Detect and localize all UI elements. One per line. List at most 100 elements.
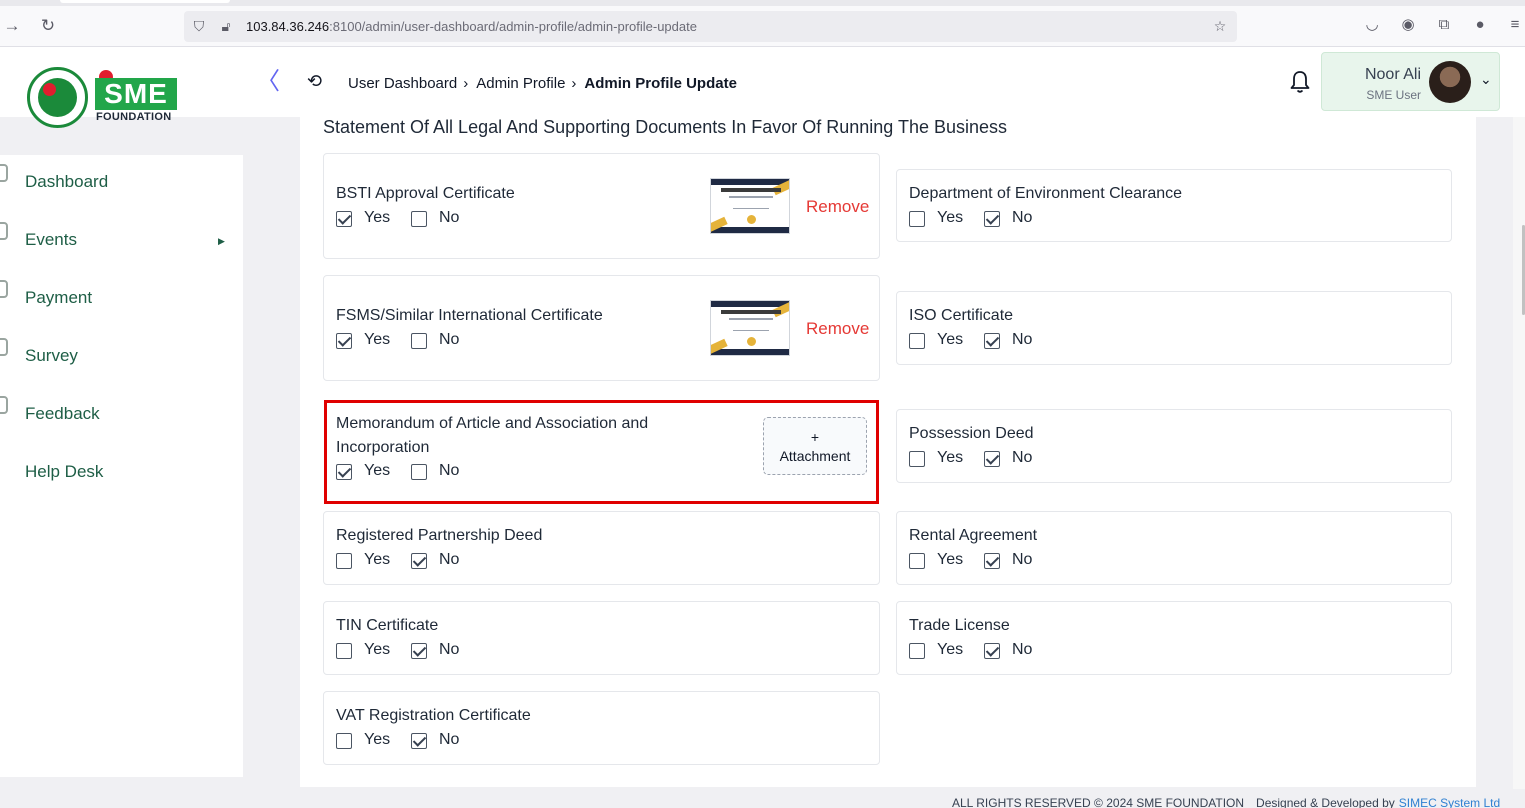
url-text[interactable]: 103.84.36.246:8100/admin/user-dashboard/… [246,19,697,34]
yes-option[interactable]: Yes [909,641,969,661]
extension-badge-icon[interactable]: ● [1470,15,1490,35]
shield-icon[interactable]: ⛉ [191,18,207,34]
no-option[interactable]: No [984,551,1044,571]
chevron-down-icon[interactable]: ⌄ [1480,71,1492,88]
no-checkbox[interactable] [411,211,427,227]
sidebar-item-label: Payment [25,288,93,307]
breadcrumb-admin-profile[interactable]: Admin Profile [476,75,565,92]
logo-subtitle: FOUNDATION [96,111,172,123]
yes-checkbox[interactable] [336,464,352,480]
sidebar-item-survey[interactable]: Survey [0,329,243,369]
no-option[interactable]: No [411,641,471,661]
chevron-right-icon: › [463,75,469,92]
extensions-icon[interactable]: ⧉ [1434,15,1454,35]
remove-attachment-link[interactable]: Remove [806,319,869,339]
yes-checkbox[interactable] [909,333,925,349]
browser-tab[interactable] [60,0,230,3]
yes-label: Yes [364,209,391,226]
no-option[interactable]: No [984,449,1044,469]
no-option[interactable]: No [984,331,1044,351]
survey-icon [0,338,8,356]
bookmark-star-icon[interactable]: ☆ [1212,18,1228,34]
no-checkbox[interactable] [411,643,427,659]
no-option[interactable]: No [411,551,471,571]
document-title: BSTI Approval Certificate [336,185,515,202]
no-checkbox[interactable] [411,553,427,569]
pocket-icon[interactable]: ◡ [1362,15,1382,35]
sidebar-collapse-icon[interactable]: 〈 [256,70,280,94]
user-role: SME User [1366,88,1421,102]
sidebar-item-label: Survey [25,346,78,365]
grid-icon [0,164,8,182]
no-option[interactable]: No [411,731,471,751]
yes-checkbox[interactable] [909,643,925,659]
forward-arrow-icon[interactable]: → [2,16,22,36]
yes-option[interactable]: Yes [336,462,396,482]
menu-icon[interactable]: ≡ [1505,15,1525,35]
no-option[interactable]: No [411,331,471,351]
account-icon[interactable]: ◉ [1398,15,1418,35]
yes-checkbox[interactable] [909,211,925,227]
address-bar[interactable]: ⛉ 🔓︎ 103.84.36.246:8100/admin/user-dashb… [184,11,1237,42]
yes-checkbox[interactable] [336,733,352,749]
sidebar-item-events[interactable]: Events ▶ [0,213,243,253]
no-checkbox[interactable] [984,553,1000,569]
sidebar-item-payment[interactable]: Payment [0,271,243,311]
yes-option[interactable]: Yes [336,331,396,351]
yes-option[interactable]: Yes [909,331,969,351]
no-checkbox[interactable] [984,333,1000,349]
yes-option[interactable]: Yes [336,551,396,571]
yes-checkbox[interactable] [909,553,925,569]
yes-option[interactable]: Yes [909,449,969,469]
breadcrumb-current: Admin Profile Update [584,75,737,92]
yes-checkbox[interactable] [336,553,352,569]
sidebar-item-feedback[interactable]: Feedback [0,387,243,427]
yes-checkbox[interactable] [909,451,925,467]
document-card-environment: Department of Environment Clearance Yes … [896,169,1452,242]
sidebar-item-help-desk[interactable]: Help Desk [0,445,243,485]
reload-icon[interactable]: ↻ [38,16,58,36]
no-option[interactable]: No [984,641,1044,661]
caret-right-icon: ▶ [218,236,225,246]
page-scrollbar[interactable] [1513,117,1525,789]
sme-foundation-logo[interactable]: SME FOUNDATION [27,67,187,129]
no-checkbox[interactable] [411,733,427,749]
yes-checkbox[interactable] [336,643,352,659]
back-arrow-icon[interactable]: ⟲ [307,71,322,92]
no-label: No [439,551,460,568]
certificate-thumbnail[interactable] [710,178,790,234]
document-title: ISO Certificate [909,307,1014,324]
no-option[interactable]: No [411,209,471,229]
yes-option[interactable]: Yes [909,551,969,571]
no-checkbox[interactable] [984,211,1000,227]
certificate-thumbnail[interactable] [710,300,790,356]
breadcrumb-user-dashboard[interactable]: User Dashboard [348,75,457,92]
document-title: Department of Environment Clearance [909,185,1183,202]
no-label: No [1012,449,1033,466]
no-option[interactable]: No [411,462,471,482]
sidebar-item-dashboard[interactable]: Dashboard [0,155,243,195]
no-checkbox[interactable] [411,464,427,480]
yes-option[interactable]: Yes [336,209,396,229]
yes-option[interactable]: Yes [336,641,396,661]
yes-option[interactable]: Yes [336,731,396,751]
insecure-lock-icon[interactable]: 🔓︎ [218,18,234,34]
user-profile-menu[interactable]: Noor Ali SME User ⌄ [1321,52,1500,111]
no-checkbox[interactable] [984,451,1000,467]
yes-label: Yes [364,462,391,479]
notification-bell-icon[interactable] [1288,69,1312,95]
document-card-tin: TIN Certificate Yes No [323,601,880,675]
yes-label: Yes [364,331,391,348]
sme-brand-mark: SME [95,70,177,110]
remove-attachment-link[interactable]: Remove [806,197,869,217]
no-checkbox[interactable] [411,333,427,349]
no-option[interactable]: No [984,209,1044,229]
attachment-label: Attachment [779,448,851,464]
yes-checkbox[interactable] [336,333,352,349]
yes-option[interactable]: Yes [909,209,969,229]
footer-company-link[interactable]: SIMEC System Ltd [1399,796,1500,808]
yes-label: Yes [364,731,391,748]
add-attachment-button[interactable]: + Attachment [763,417,867,475]
no-checkbox[interactable] [984,643,1000,659]
yes-checkbox[interactable] [336,211,352,227]
